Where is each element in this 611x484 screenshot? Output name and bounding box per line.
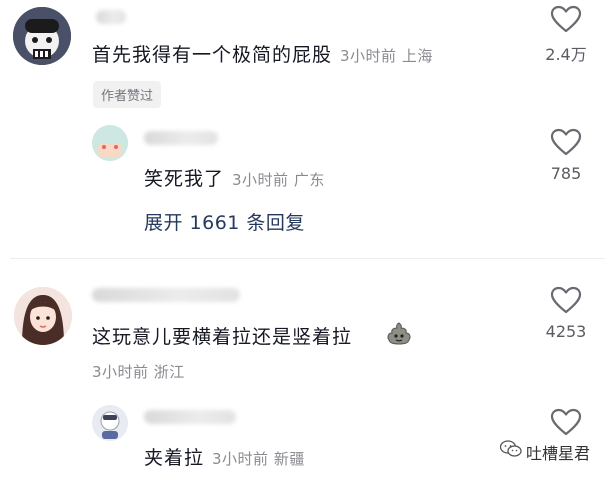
comment-text: 这玩意儿要横着拉还是竖着拉 [92, 326, 353, 348]
author-liked-badge: 作者赞过 [93, 81, 162, 108]
like-button[interactable] [550, 286, 582, 314]
heart-outline-icon [550, 408, 582, 436]
like-count: 4253 [545, 322, 587, 341]
avatar[interactable] [14, 287, 72, 345]
avatar-girl-icon [14, 287, 72, 345]
like-button[interactable] [550, 128, 582, 156]
watermark-text: 吐槽星君 [526, 444, 591, 463]
reply-content: 笑死我了 3小时前 广东 [144, 164, 325, 191]
like-count: 2.4万 [545, 45, 587, 64]
avatar[interactable] [13, 7, 71, 65]
avatar[interactable] [92, 405, 128, 441]
heart-outline-icon [550, 5, 582, 33]
comment-meta: 3小时前 上海 [340, 47, 433, 65]
comment-content: 这玩意儿要横着拉还是竖着拉 [92, 322, 352, 349]
divider [10, 258, 605, 259]
wechat-icon [499, 440, 522, 462]
comment-content: 首先我得有一个极简的屁股 3小时前 上海 [92, 40, 433, 67]
like-button[interactable] [550, 5, 582, 33]
like-count: 785 [550, 164, 582, 183]
expand-replies-link[interactable]: 展开 1661 条回复 [144, 208, 305, 235]
avatar[interactable] [92, 125, 128, 161]
avatar-image-icon [92, 125, 128, 161]
username-blurred[interactable] [144, 410, 236, 424]
avatar-cartoon-icon [13, 7, 71, 65]
username-blurred[interactable] [144, 131, 218, 145]
username-blurred[interactable] [92, 288, 240, 302]
poop-emoji-icon [386, 320, 412, 350]
comment-meta: 3小时前 浙江 [92, 363, 185, 381]
reply-text: 夹着拉 [144, 447, 205, 469]
reply-meta: 3小时前 新疆 [212, 450, 305, 468]
reply-meta: 3小时前 广东 [232, 171, 325, 189]
comment-text: 首先我得有一个极简的屁股 [92, 44, 333, 66]
reply-content: 夹着拉 3小时前 新疆 [144, 443, 305, 470]
heart-outline-icon [550, 286, 582, 314]
like-button[interactable] [550, 408, 582, 436]
username-blurred[interactable] [96, 10, 126, 24]
reply-text: 笑死我了 [144, 168, 225, 190]
heart-outline-icon [550, 128, 582, 156]
avatar-image-icon [92, 405, 128, 441]
